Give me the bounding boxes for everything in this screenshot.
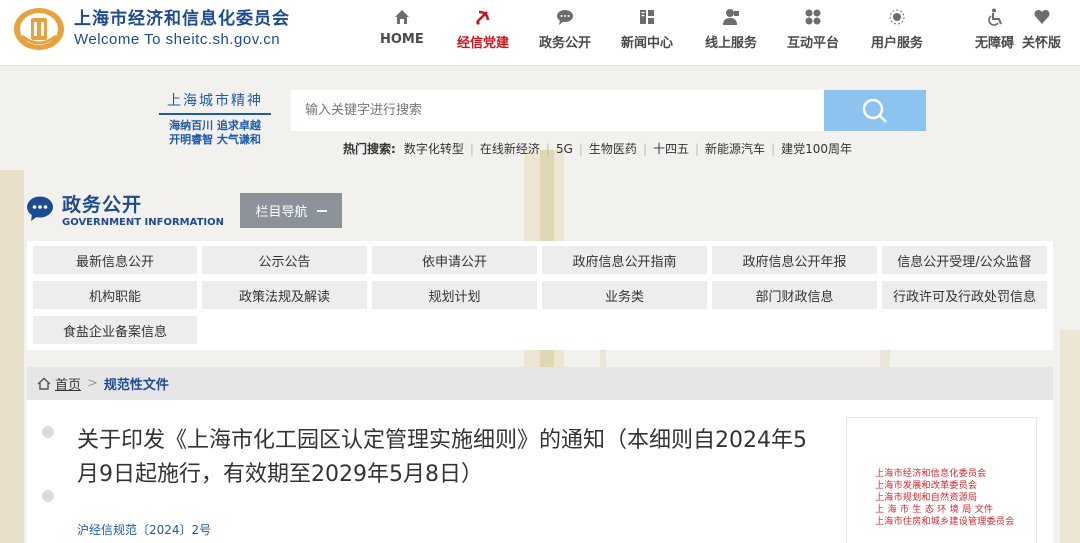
menu-item[interactable]: 规划计划 (372, 281, 537, 309)
hot-keyword[interactable]: 新能源汽车 (705, 140, 765, 157)
user-service-icon (723, 9, 739, 25)
city-spirit-slogan: 上海城市精神 海纳百川 追求卓越 开明睿智 大气谦和 (155, 90, 275, 147)
wheelchair-icon (987, 8, 1002, 26)
menu-item[interactable]: 公示公告 (202, 246, 367, 274)
hot-keyword[interactable]: 5G (556, 142, 573, 156)
issuer-line: 上海市规划和自然资源局 (875, 493, 978, 503)
menu-item[interactable]: 政策法规及解读 (202, 281, 367, 309)
spirit-title: 上海城市精神 (159, 90, 271, 115)
site-name-cn: 上海市经济和信息化委员会 (74, 9, 290, 29)
menu-item[interactable]: 依申请公开 (372, 246, 537, 274)
nav-user-service[interactable]: 用户服务 (871, 8, 923, 58)
news-icon (640, 10, 654, 24)
breadcrumb-home-link[interactable]: 首页 (55, 374, 81, 393)
menu-item[interactable]: 政府信息公开指南 (542, 246, 707, 274)
nav-label: HOME (380, 32, 424, 47)
site-logo-icon[interactable] (12, 6, 66, 52)
menu-item[interactable]: 机构职能 (33, 281, 197, 309)
site-name-en: Welcome To sheitc.sh.gov.cn (74, 31, 281, 48)
home-icon (394, 10, 409, 24)
nav-label: 用户服务 (871, 36, 924, 51)
document-number: 沪经信规范〔2024〕2号 (77, 523, 212, 537)
heart-icon (1033, 9, 1050, 24)
party-emblem-icon (476, 10, 490, 25)
interaction-icon (805, 9, 821, 25)
nav-home[interactable]: HOME (380, 8, 424, 58)
breadcrumb: 首页 > 规范性文件 (27, 367, 1053, 400)
nav-interaction[interactable]: 互动平台 (787, 8, 839, 58)
hot-keyword[interactable]: 数字化转型 (404, 140, 464, 157)
document-header-image: 上海市经济和信息化委员会 上海市发展和改革委员会 上海市规划和自然资源局 上 海… (846, 417, 1037, 543)
issuer-line: 上海市住房和城乡建设管理委员会 (875, 517, 1015, 527)
column-nav-button[interactable]: 栏目导航 (240, 193, 342, 228)
separator: | (545, 141, 550, 156)
search-icon (862, 98, 887, 123)
separator: | (771, 141, 776, 156)
issuer-line: 上海市发展和改革委员会 (875, 481, 978, 491)
hot-keyword[interactable]: 在线新经济 (480, 140, 540, 157)
search-button[interactable] (824, 90, 926, 131)
bullet-dot (42, 490, 54, 502)
gov-open-title-cn: 政务公开 (62, 194, 143, 216)
spirit-line: 开明睿智 大气谦和 (169, 133, 261, 146)
nav-label: 线上服务 (705, 36, 758, 51)
hot-search-label: 热门搜索: (343, 142, 396, 156)
search-input[interactable] (291, 90, 825, 131)
nav-label: 互动平台 (787, 36, 840, 51)
menu-item[interactable]: 信息公开受理/公众监督 (882, 246, 1047, 274)
breadcrumb-separator: > (87, 376, 98, 391)
bullet-dot (42, 426, 54, 438)
site-name[interactable]: 上海市经济和信息化委员会 Welcome To sheitc.sh.gov.cn (74, 8, 290, 50)
nav-accessibility[interactable]: 无障碍 (975, 8, 1014, 58)
spirit-line: 海纳百川 追求卓越 (169, 119, 261, 132)
menu-item[interactable]: 行政许可及行政处罚信息 (882, 281, 1047, 309)
nav-label: 无障碍 (975, 36, 1015, 51)
hot-keyword[interactable]: 建党100周年 (781, 140, 852, 157)
issuer-line: 上 海 市 生 态 环 境 局 文件 (875, 505, 994, 515)
hot-keyword[interactable]: 十四五 (653, 140, 689, 157)
separator: | (469, 141, 474, 156)
nav-gov-affairs[interactable]: 政务公开 (539, 8, 591, 58)
menu-item[interactable]: 食盐企业备案信息 (33, 316, 197, 344)
nav-online-service[interactable]: 线上服务 (705, 8, 757, 58)
separator: | (695, 141, 700, 156)
chat-bubble-icon (27, 196, 53, 221)
nav-party-building[interactable]: 经信党建 (457, 8, 509, 58)
gov-open-title-en: GOVERNMENT INFORMATION (62, 217, 224, 228)
menu-item[interactable]: 政府信息公开年报 (712, 246, 877, 274)
separator: | (578, 141, 583, 156)
site-header: 上海市经济和信息化委员会 Welcome To sheitc.sh.gov.cn… (0, 0, 1080, 66)
home-icon (37, 377, 51, 390)
document-title: 关于印发《上海市化工园区认定管理实施细则》的通知（本细则自2024年5月9日起施… (77, 428, 807, 487)
gov-open-title: 政务公开 GOVERNMENT INFORMATION (26, 193, 224, 229)
nav-news-center[interactable]: 新闻中心 (621, 8, 673, 58)
hot-keyword[interactable]: 生物医药 (589, 140, 637, 157)
collapse-icon (316, 209, 327, 212)
breadcrumb-current[interactable]: 规范性文件 (104, 374, 169, 393)
menu-item[interactable]: 业务类 (542, 281, 707, 309)
nav-label: 经信党建 (457, 36, 510, 51)
menu-item[interactable]: 部门财政信息 (712, 281, 877, 309)
menu-item[interactable]: 最新信息公开 (33, 246, 197, 274)
nav-label: 政务公开 (539, 36, 592, 51)
nav-label: 关怀版 (1022, 36, 1062, 51)
issuer-line: 上海市经济和信息化委员会 (875, 469, 987, 479)
nav-care-mode[interactable]: 关怀版 (1022, 8, 1061, 58)
column-nav-label: 栏目导航 (255, 205, 308, 220)
chat-bubble-icon (557, 10, 573, 25)
hot-search: 热门搜索: 数字化转型 | 在线新经济 | 5G | 生物医药 | 十四五 | 新能源汽车… (343, 140, 852, 157)
nav-label: 新闻中心 (621, 36, 674, 51)
sun-icon (889, 9, 905, 25)
separator: | (642, 141, 647, 156)
